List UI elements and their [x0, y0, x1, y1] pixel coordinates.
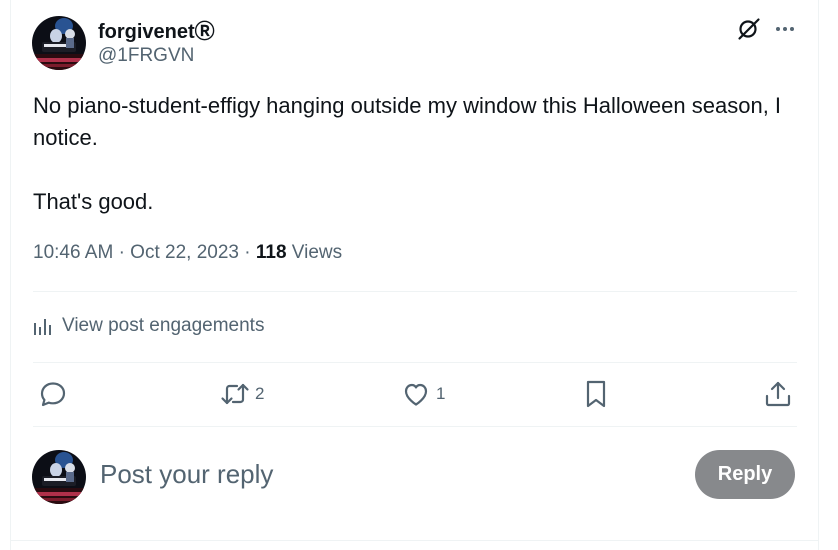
- views-count: 118: [255, 242, 287, 263]
- view-engagements-link[interactable]: View post engagements: [33, 313, 264, 339]
- divider: [33, 362, 797, 363]
- share-action-button[interactable]: [762, 377, 794, 411]
- retweet-count: 2: [255, 384, 265, 403]
- reply-submit-button[interactable]: Reply: [695, 450, 795, 499]
- bookmark-action-button[interactable]: [582, 377, 610, 411]
- author-display-name[interactable]: forgivenetⓇ: [98, 15, 215, 44]
- author-handle[interactable]: @1FRGVN: [98, 45, 194, 67]
- share-upload-icon: [765, 381, 791, 407]
- more-options-button[interactable]: [770, 14, 800, 44]
- more-dots-icon: [776, 27, 794, 31]
- meta-separator: ·: [118, 242, 125, 263]
- retweet-icon: [221, 383, 249, 405]
- frame-border-right: [818, 0, 819, 550]
- frame-border-left: [10, 0, 11, 550]
- post-text: No piano-student-effigy hanging outside …: [33, 90, 793, 218]
- frame-border-bottom: [10, 540, 819, 541]
- post-date[interactable]: Oct 22, 2023: [130, 242, 239, 263]
- divider: [33, 291, 797, 292]
- like-action-button[interactable]: 1: [400, 377, 445, 411]
- view-engagements-label: View post engagements: [62, 315, 265, 336]
- post-text-line-2: That's good.: [33, 189, 154, 214]
- retweet-action-button[interactable]: 2: [219, 377, 264, 411]
- author-avatar[interactable]: [32, 16, 86, 70]
- post-time[interactable]: 10:46 AM: [33, 242, 113, 263]
- like-count: 1: [436, 384, 446, 403]
- meta-separator: ·: [244, 242, 251, 263]
- analytics-bars-icon: [34, 319, 51, 335]
- views-label: Views: [291, 242, 343, 263]
- grok-icon: [738, 18, 760, 40]
- post-meta: 10:46 AM · Oct 22, 2023 · 118 Views: [33, 242, 342, 264]
- reply-input[interactable]: [100, 456, 660, 492]
- heart-icon: [404, 383, 428, 406]
- post-text-line-1: No piano-student-effigy hanging outside …: [33, 93, 782, 150]
- current-user-avatar[interactable]: [32, 450, 86, 504]
- bookmark-icon: [586, 380, 606, 408]
- reply-bubble-icon: [40, 382, 66, 407]
- reply-action-button[interactable]: [37, 377, 69, 411]
- divider: [33, 426, 797, 427]
- grok-button[interactable]: [734, 14, 764, 44]
